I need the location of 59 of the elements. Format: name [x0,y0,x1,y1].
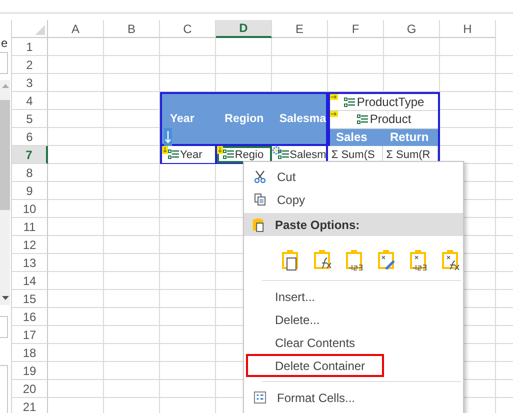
scissors-icon [254,170,266,183]
down-arrow-icon[interactable] [164,128,172,146]
menu-item[interactable]: Delete Container [246,354,384,377]
column-header[interactable]: E [272,20,328,38]
copy-icon [254,193,266,206]
column-header[interactable]: G [384,20,440,38]
row-header[interactable]: 15 [12,290,48,308]
field-list-icon [344,96,355,108]
caret-icon[interactable] [2,296,9,300]
row-header[interactable]: 4 [12,92,48,110]
row-header[interactable]: 14 [12,272,48,290]
row-header[interactable]: 9 [12,182,48,200]
cut-menu-item[interactable]: Cut [246,165,461,188]
menu-item[interactable]: Clear Contents [246,331,461,354]
paste-option-icon[interactable] [312,248,334,272]
menu-item[interactable]: Insert... [246,285,461,308]
field-list-icon [168,149,179,160]
row-header[interactable]: 19 [12,362,48,380]
drop-marker-icon [330,111,338,118]
copy-menu-item[interactable]: Copy [246,188,461,211]
row-header[interactable]: 18 [12,344,48,362]
column-header[interactable]: F [328,20,384,38]
row-header[interactable]: 1 [12,38,48,56]
format-cells-icon [254,391,266,404]
row-header[interactable]: 13 [12,254,48,272]
row-header[interactable]: 10 [12,200,48,218]
column-header[interactable]: C [160,20,216,38]
scroll-up-icon[interactable] [2,84,9,88]
row-header[interactable]: 12 [12,236,48,254]
row-header[interactable]: 17 [12,326,48,344]
gear-icon [272,146,281,155]
row-header[interactable]: 3 [12,74,48,92]
drop-marker-icon [162,146,168,154]
column-header[interactable]: A [48,20,104,38]
scroll-thumb[interactable] [0,100,10,210]
row-header[interactable]: 11 [12,218,48,236]
column-header[interactable]: D [216,20,272,38]
paste-option-icon[interactable] [376,248,398,272]
field-list-icon [222,149,234,160]
row-header[interactable]: 16 [12,308,48,326]
field-list-icon [356,114,368,125]
format-cells-menu-item[interactable]: Format Cells... [246,386,461,409]
row-header[interactable]: 20 [12,380,48,398]
row-header[interactable]: 8 [12,164,48,182]
paste-option-icon[interactable] [440,248,462,272]
drop-marker-icon [330,94,338,100]
menu-heading: Paste Options: [275,218,360,232]
menu-item[interactable]: Delete... [246,308,461,331]
row-header[interactable]: 5 [12,110,48,128]
row-header[interactable]: 2 [12,56,48,74]
column-header[interactable]: B [104,20,160,38]
column-header[interactable]: H [440,20,496,38]
scrollbar[interactable] [0,80,10,305]
panel-label: e [1,36,8,50]
row-header[interactable]: 21 [12,398,48,413]
field-list-icon [278,149,289,160]
clipboard-icon [252,217,264,232]
pivot-column-field[interactable]: ProductType [330,94,438,112]
row-header[interactable]: 7 [12,146,48,164]
